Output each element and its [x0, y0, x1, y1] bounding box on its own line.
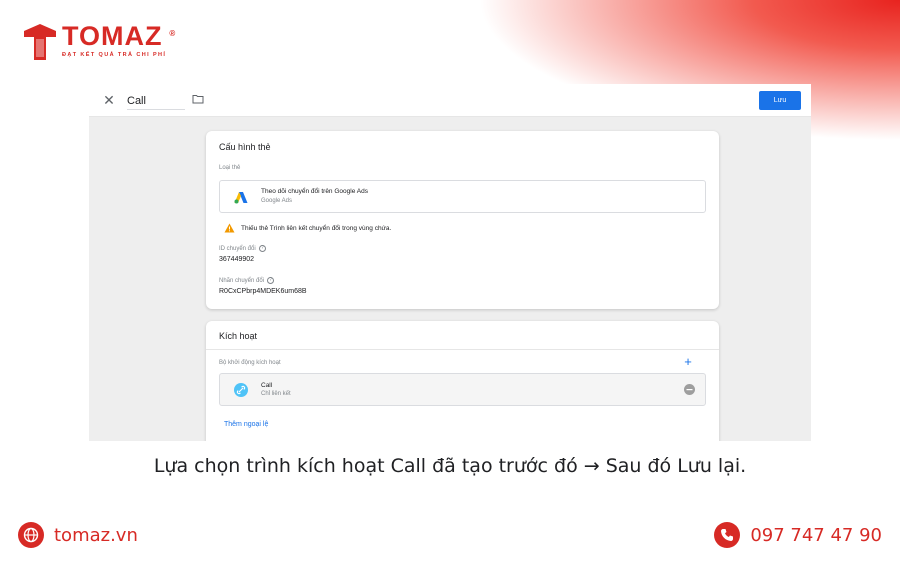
website-text[interactable]: tomaz.vn [54, 525, 138, 546]
trigger-type: Chỉ liên kết [261, 391, 291, 397]
warning-text: Thiếu thẻ Trình liên kết chuyển đổi tron… [241, 224, 392, 232]
google-ads-icon [234, 192, 248, 204]
tag-type-sub: Google Ads [261, 198, 293, 204]
warning-message: Thiếu thẻ Trình liên kết chuyển đổi tron… [224, 223, 391, 233]
phone-icon [714, 522, 741, 548]
editor-topbar: ✕ Lưu [89, 84, 811, 117]
conversion-label-label: Nhãn chuyển đổi? [219, 277, 275, 284]
trigger-name: Call [261, 382, 273, 389]
firing-triggers-label: Bộ khởi động kích hoạt [219, 360, 281, 366]
conversion-id-value: 367449902 [219, 256, 255, 263]
footer-phone: 097 747 47 90 [714, 522, 882, 548]
save-button[interactable]: Lưu [759, 91, 801, 110]
phone-text[interactable]: 097 747 47 90 [750, 525, 882, 546]
close-icon[interactable]: ✕ [102, 93, 116, 107]
globe-icon [18, 522, 44, 548]
help-icon[interactable]: ? [267, 277, 275, 284]
editor-canvas: Cấu hình thẻ Loại thẻ Theo dõi chuyển đổ… [89, 117, 811, 441]
add-exception-link[interactable]: Thêm ngoại lệ [224, 421, 268, 428]
tomaz-logo-icon [24, 24, 56, 60]
add-icon[interactable]: + [682, 355, 694, 368]
tag-configuration-card[interactable]: Cấu hình thẻ Loại thẻ Theo dõi chuyển đổ… [206, 131, 719, 309]
brand-slogan: ĐẠT KẾT QUẢ TRẢ CHI PHÍ [62, 52, 167, 58]
tag-type-box[interactable]: Theo dõi chuyển đổi trên Google Ads Goog… [219, 180, 706, 213]
triggering-header: Kích hoạt [206, 321, 719, 350]
conversion-id-label: ID chuyển đổi? [219, 245, 266, 252]
trigger-row[interactable]: Call Chỉ liên kết [219, 373, 706, 406]
tag-name-input[interactable] [127, 92, 185, 110]
brand-name: TOMAZ ® [62, 21, 177, 51]
brand-logo: TOMAZ ® ĐẠT KẾT QUẢ TRẢ CHI PHÍ [22, 21, 177, 62]
card-title: Cấu hình thẻ [219, 142, 271, 152]
remove-icon[interactable] [684, 384, 695, 395]
instruction-caption: Lựa chọn trình kích hoạt Call đã tạo trư… [153, 455, 747, 477]
card-title: Kích hoạt [219, 331, 258, 341]
tag-type-name: Theo dõi chuyển đổi trên Google Ads [261, 188, 368, 195]
folder-icon[interactable] [192, 94, 204, 104]
help-icon[interactable]: ? [258, 245, 266, 252]
triggering-card[interactable]: Kích hoạt Bộ khởi động kích hoạt + Call … [206, 321, 719, 441]
conversion-label-value: R0CxCPbrp4MDEK6um68B [219, 288, 307, 295]
tag-type-label: Loại thẻ [219, 165, 241, 171]
gtm-screenshot: ✕ Lưu Cấu hình thẻ Loại thẻ Theo dõi chu… [89, 84, 811, 441]
link-icon [234, 383, 248, 397]
footer-website: tomaz.vn [18, 522, 138, 548]
warning-icon [224, 223, 235, 233]
